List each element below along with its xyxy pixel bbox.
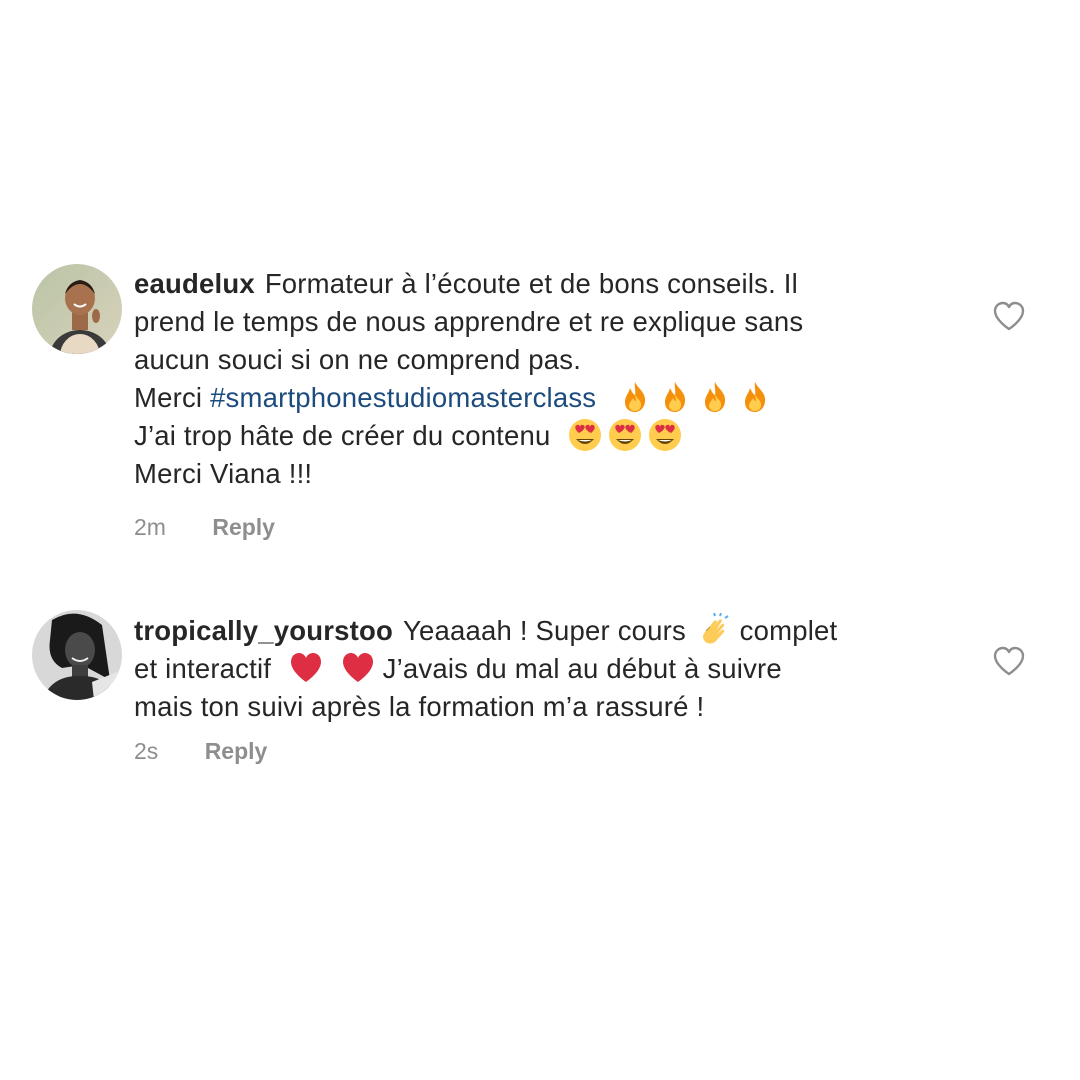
merci-text: Merci [134, 382, 211, 413]
like-button[interactable] [992, 645, 1026, 677]
comment-text-segment: Formateur à l’écoute et de bons conseils… [264, 268, 798, 299]
comment-meta: 2s Reply [134, 738, 267, 765]
timestamp: 2m [134, 514, 166, 540]
like-button[interactable] [992, 300, 1026, 332]
avatar[interactable] [32, 610, 122, 700]
heart-outline-icon [993, 301, 1025, 331]
comment-line-5: J’ai trop hâte de créer du contenu [134, 417, 934, 455]
comment-line-4: Merci #smartphonestudiomasterclass [134, 379, 934, 417]
comment-text: eaudelux Formateur à l’écoute et de bons … [134, 265, 934, 493]
fire-emoji [658, 380, 692, 414]
red-heart-emoji [341, 651, 375, 685]
timestamp: 2s [134, 738, 159, 764]
username[interactable]: eaudelux [134, 268, 255, 299]
comment-line-2: et interactif J’avais du mal au début à … [134, 650, 934, 688]
comment-text-segment: J’ai trop hâte de créer du contenu [134, 420, 551, 451]
comment-line-3: aucun souci si on ne comprend pas. [134, 344, 582, 375]
red-heart-emoji [289, 651, 323, 685]
fire-emoji [698, 380, 732, 414]
comment-text-segment: J’avais du mal au début à suivre [382, 653, 782, 684]
comment-text-segment: et interactif [134, 653, 272, 684]
comment-line-6: Merci Viana !!! [134, 458, 313, 489]
clapping-hands-emoji [698, 613, 732, 647]
profile-photo-avatar [32, 264, 122, 354]
profile-photo-avatar [32, 610, 122, 700]
heart-eyes-emoji [568, 418, 602, 452]
reply-button[interactable]: Reply [205, 738, 268, 765]
heart-eyes-emoji [608, 418, 642, 452]
username[interactable]: tropically_yourstoo [134, 615, 393, 646]
reply-button[interactable]: Reply [212, 514, 275, 541]
avatar[interactable] [32, 264, 122, 354]
heart-eyes-emoji [648, 418, 682, 452]
comment-line-1: tropically_yourstoo Yeaaaah ! Super cours… [134, 612, 934, 650]
hashtag-link[interactable]: #smartphonestudiomasterclass [210, 382, 596, 413]
comment-line-3: mais ton suivi après la formation m’a ra… [134, 691, 705, 722]
heart-outline-icon [993, 646, 1025, 676]
fire-emoji [618, 380, 652, 414]
fire-emoji [738, 380, 772, 414]
comment-text: tropically_yourstoo Yeaaaah ! Super cours… [134, 612, 934, 726]
comment-line-1: eaudelux Formateur à l’écoute et de bons … [134, 265, 934, 303]
comment-text-segment: Yeaaaah ! Super cours [403, 615, 686, 646]
comment-text-segment: complet [739, 615, 838, 646]
comment-line-2: prend le temps de nous apprendre et re e… [134, 306, 804, 337]
comment-meta: 2m Reply [134, 514, 275, 541]
